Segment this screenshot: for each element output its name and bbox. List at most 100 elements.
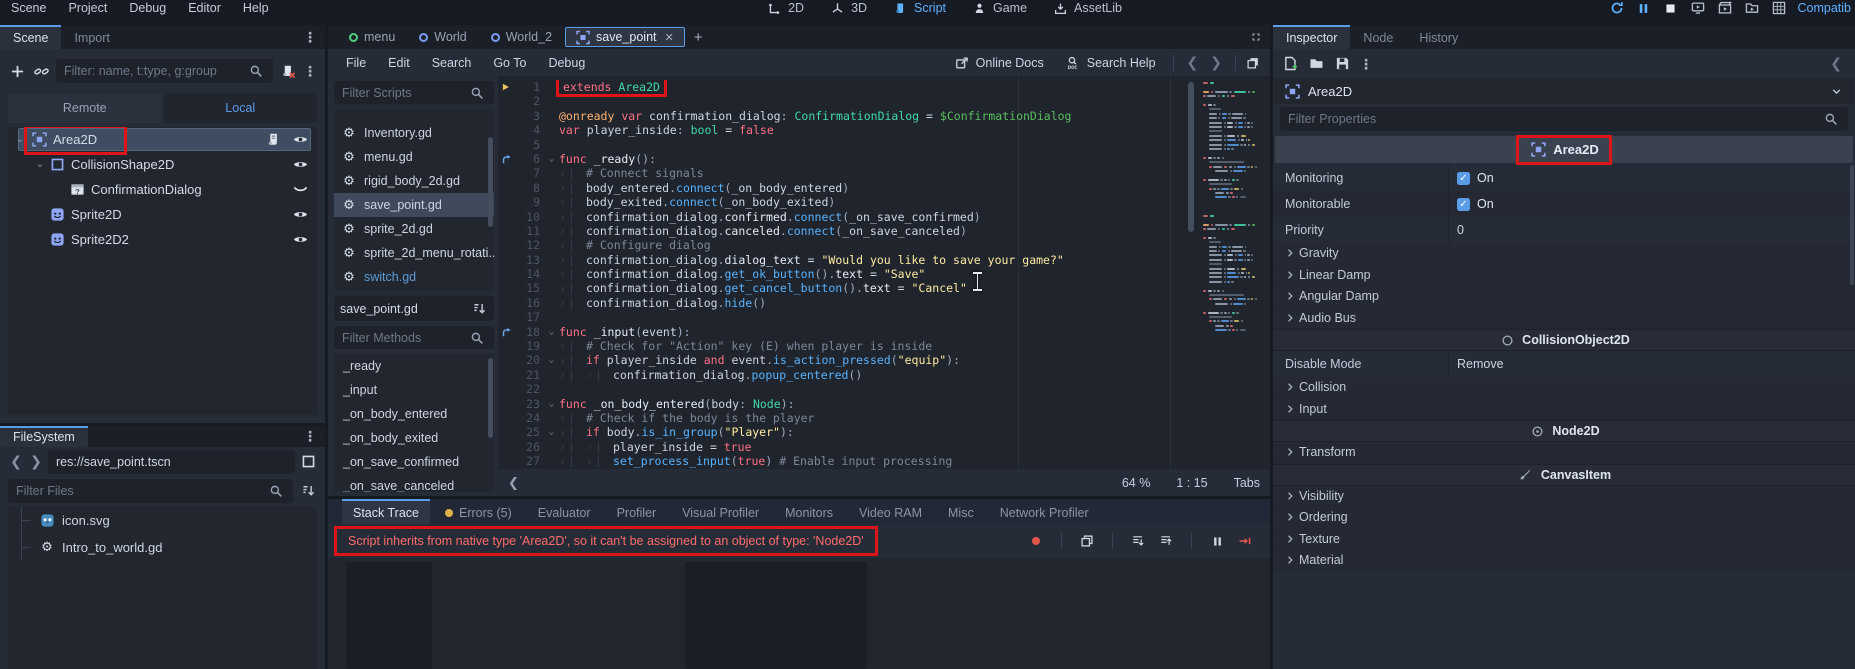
save-resource-icon[interactable] — [1333, 55, 1351, 73]
signal-connect-icon[interactable] — [500, 153, 513, 166]
code-minimap[interactable] — [1200, 82, 1258, 464]
fs-sort-icon[interactable] — [299, 482, 317, 500]
editor-menu-debug[interactable]: Debug — [538, 56, 595, 70]
line-number[interactable]: 1 — [515, 80, 544, 94]
line-number[interactable]: 24 — [515, 411, 544, 425]
method-list-scrollbar[interactable] — [488, 358, 493, 438]
chevron-down-icon[interactable] — [1827, 82, 1845, 100]
inspector-group-linear-damp[interactable]: Linear Damp — [1273, 264, 1855, 286]
scene-tab-save_point[interactable]: save_point ✕ — [565, 27, 685, 47]
menu-help[interactable]: Help — [232, 1, 280, 15]
file-item[interactable]: icon.svg — [8, 506, 317, 534]
debugger-tab-networkprofiler[interactable]: Network Profiler — [989, 499, 1100, 524]
code-line[interactable]: 7 ›| # Connect signals — [498, 166, 1198, 180]
workspace-3d[interactable]: 3D — [816, 0, 879, 17]
remote-toggle[interactable]: Remote — [8, 93, 162, 123]
line-col-indicator[interactable]: 1 : 15 — [1176, 476, 1207, 490]
inspector-property-priority[interactable]: Priority 0 — [1273, 217, 1855, 243]
code-line[interactable]: 2 — [498, 94, 1198, 108]
code-line[interactable]: 17 — [498, 310, 1198, 324]
property-value[interactable]: Remove — [1457, 357, 1504, 371]
method-item[interactable]: _on_body_entered — [334, 402, 494, 426]
scene-tab-world[interactable]: World — [408, 27, 477, 47]
fold-arrow-icon[interactable]: ⌄ — [544, 325, 559, 339]
code-line[interactable]: 15 ›| confirmation_dialog.get_cancel_butt… — [498, 281, 1198, 295]
script-item[interactable]: ⚙ menu.gd — [334, 145, 494, 169]
script-item[interactable]: ⚙ Inventory.gd — [334, 121, 494, 145]
line-number[interactable]: 26 — [515, 440, 544, 454]
fold-arrow-icon[interactable]: ⌄ — [544, 353, 559, 367]
workspace-game[interactable]: Game — [958, 0, 1039, 17]
code-line[interactable]: 8 ›| body_entered.connect(_on_body_entere… — [498, 181, 1198, 195]
online-docs-button[interactable]: Online Docs — [944, 54, 1053, 72]
tree-node-area2d[interactable]: ⌄ Area2D — [8, 127, 317, 155]
line-number[interactable]: 7 — [515, 166, 544, 180]
script-scroll-icon[interactable] — [264, 131, 282, 149]
stop-icon[interactable] — [1662, 0, 1680, 17]
indent-type[interactable]: Tabs — [1234, 476, 1260, 490]
line-number[interactable]: 12 — [515, 238, 544, 252]
code-line[interactable]: 13 ›| confirmation_dialog.dialog_text = "… — [498, 253, 1198, 267]
menu-editor[interactable]: Editor — [177, 1, 232, 15]
scene-tab-world_2[interactable]: World_2 — [480, 27, 563, 47]
debugger-tab-errors5[interactable]: Errors (5) — [434, 499, 523, 524]
error-message[interactable]: Script inherits from native type 'Area2D… — [334, 526, 878, 556]
inspector-group-collision[interactable]: Collision — [1273, 377, 1855, 399]
fold-arrow-icon[interactable]: ⌄ — [544, 425, 559, 439]
line-number[interactable]: 9 — [515, 195, 544, 209]
history-forward-icon[interactable]: ❯ — [1205, 54, 1227, 71]
script-list-scrollbar[interactable] — [488, 137, 493, 227]
tab-filesystem[interactable]: FileSystem — [0, 425, 88, 447]
play-scene-icon[interactable] — [1716, 0, 1734, 17]
debugger-tab-visualprofiler[interactable]: Visual Profiler — [671, 499, 770, 524]
tab-node[interactable]: Node — [1350, 25, 1406, 49]
code-line[interactable]: 4 var player_inside: bool = false — [498, 123, 1198, 137]
script-item[interactable]: ⚙ rigid_body_2d.gd — [334, 169, 494, 193]
debugger-tab-misc[interactable]: Misc — [937, 499, 985, 524]
line-number[interactable]: 11 — [515, 224, 544, 238]
line-number[interactable]: 14 — [515, 267, 544, 281]
pause-gray-icon[interactable] — [1208, 532, 1226, 550]
code-line[interactable]: 12 ›| # Configure dialog — [498, 238, 1198, 252]
line-number[interactable]: 21 — [515, 368, 544, 382]
line-number[interactable]: 15 — [515, 281, 544, 295]
bookmark-icon[interactable] — [500, 81, 513, 94]
code-line[interactable]: 16 ›| confirmation_dialog.hide() — [498, 296, 1198, 310]
signal-connect-icon[interactable] — [500, 325, 513, 338]
line-number[interactable]: 20 — [515, 353, 544, 367]
tab-scene[interactable]: Scene — [0, 25, 62, 49]
remote-debug-icon[interactable] — [1689, 0, 1707, 17]
menu-debug[interactable]: Debug — [118, 1, 177, 15]
property-value[interactable]: 0 — [1457, 223, 1464, 237]
scene-filter-input[interactable]: Filter: name, t:type, g:group — [56, 59, 273, 83]
clipped-script-item[interactable]: ⌄⌄ ⌄⌄⌄ ⌄ — [340, 109, 488, 121]
float-panel-icon[interactable] — [1244, 54, 1262, 72]
line-number[interactable]: 18 — [515, 325, 544, 339]
fs-filter-input[interactable]: Filter Files — [8, 478, 293, 503]
inspector-property-monitoring[interactable]: Monitoring ✓ On — [1273, 165, 1855, 191]
method-item[interactable]: _on_body_exited — [334, 426, 494, 450]
workspace-script[interactable]: Script — [879, 0, 958, 17]
checkbox-checked-icon[interactable]: ✓ — [1457, 197, 1470, 211]
fold-arrow-icon[interactable]: ⌄ — [544, 397, 559, 411]
filter-methods-input[interactable]: Filter Methods — [334, 326, 494, 349]
method-item[interactable]: _input — [334, 378, 494, 402]
scene-dock-menu-icon[interactable]: ⋮ — [295, 30, 325, 44]
file-item[interactable]: ⚙ Intro_to_world.gd — [8, 533, 317, 561]
inspector-category-canvasitem[interactable]: CanvasItem — [1273, 463, 1855, 486]
stack-frames-area[interactable] — [346, 562, 432, 669]
line-number[interactable]: 25 — [515, 425, 544, 439]
inspector-group-audio-bus[interactable]: Audio Bus — [1273, 307, 1855, 329]
copy-icon[interactable] — [1078, 532, 1096, 550]
fs-split-mode-icon[interactable] — [299, 453, 317, 471]
scene-tab-menu[interactable]: menu — [338, 27, 406, 47]
inspector-group-input[interactable]: Input — [1273, 398, 1855, 420]
code-line[interactable]: 6 ⌄ func _ready(): — [498, 152, 1198, 166]
line-number[interactable]: 16 — [515, 296, 544, 310]
inspector-group-visibility[interactable]: Visibility — [1273, 485, 1855, 507]
filesystem-menu-icon[interactable]: ⋮ — [295, 429, 325, 443]
filter-properties-input[interactable]: Filter Properties — [1280, 107, 1848, 131]
code-line[interactable]: 20 ⌄ ›| if player_inside and event.is_act… — [498, 353, 1198, 367]
line-number[interactable]: 2 — [515, 94, 544, 108]
code-line[interactable]: 11 ›| confirmation_dialog.canceled.connec… — [498, 224, 1198, 238]
